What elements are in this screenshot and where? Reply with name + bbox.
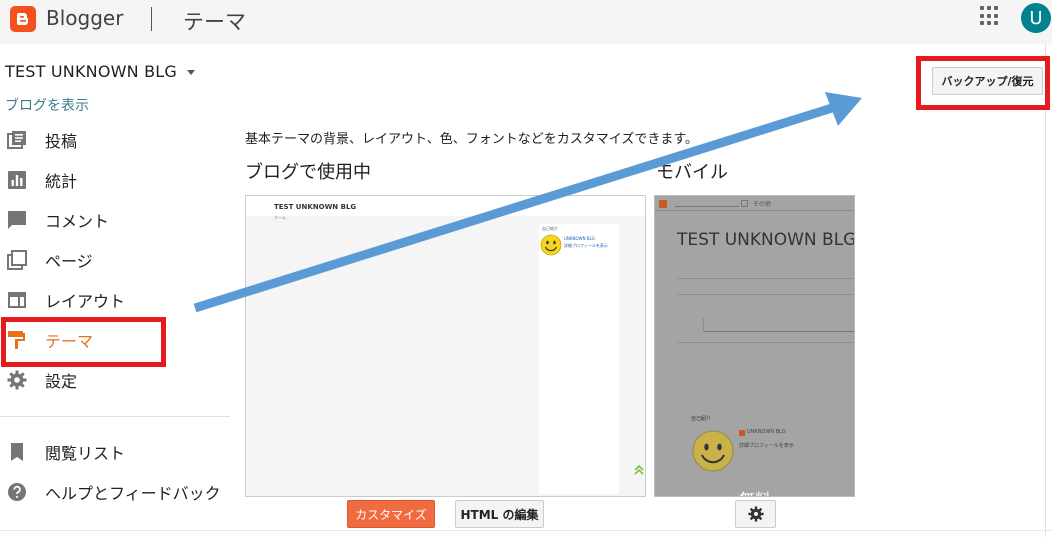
edit-html-button[interactable]: HTML の編集 [455,500,544,528]
bookmark-icon [11,443,23,461]
settings-icon [7,370,27,390]
sidebar-item-label: 投稿 [45,132,78,151]
mobile-settings-button[interactable] [735,500,776,528]
header-divider [151,7,152,31]
sidebar-item-comments[interactable]: コメント [0,202,230,238]
mobile-blogger-icon [659,200,667,208]
sidebar-item-label: 設定 [45,372,78,391]
pages-icon [7,250,27,270]
posts-icon [7,131,26,149]
view-blog-link[interactable]: ブログを表示 [5,95,89,115]
desktop-theme-preview[interactable]: TEST UNKNOWN BLG ホーム 自己紹介 UNKNOWN BLG 詳細… [245,195,646,497]
mobile-menu: その他 [753,201,772,208]
theme-description: 基本テーマの背景、レイアウト、色、フォントなどをカスタマイズできます。 [245,132,699,147]
mobile-nav-box [703,318,854,332]
sidebar-item-label: レイアウト [45,292,126,311]
sidebar-item-settings[interactable]: 設定 [0,362,230,398]
sidebar-item-pages[interactable]: ページ [0,242,230,278]
mobile-footer-text: 無料 [739,486,771,496]
footer-divider [0,530,1052,531]
mobile-profile-link: 詳細プロフィールを表示 [739,443,794,449]
sidebar-item-label: 閲覧リスト [45,444,126,463]
sidebar-item-label: 統計 [45,172,78,191]
apps-grid-icon[interactable] [980,6,1000,26]
mobile-profile-heading: 自己紹介 [691,416,712,422]
preview-blog-title: TEST UNKNOWN BLG [274,203,357,211]
sidebar-item-posts[interactable]: 投稿 [0,122,230,158]
preview-profile-link: 詳細プロフィールを表示 [564,243,608,248]
sidebar-item-reading-list[interactable]: 閲覧リスト [0,434,230,470]
sidebar-item-help[interactable]: ヘルプとフィードバック [0,474,230,510]
mobile-search-icon [741,200,748,207]
help-icon [8,483,26,501]
sidebar-divider [0,416,230,417]
sidebar-item-layout[interactable]: レイアウト [0,282,230,318]
preview-profile-name: UNKNOWN BLG [564,236,595,241]
scroll-edge [1045,44,1046,537]
preview-home-link: ホーム [274,215,286,220]
gear-icon [747,506,764,522]
chevron-down-icon[interactable] [187,70,195,75]
brand-name[interactable]: Blogger [46,6,123,30]
sidebar-item-stats[interactable]: 統計 [0,162,230,198]
theme-highlight-box [1,317,166,367]
mobile-profile-name: UNKNOWN BLG [747,429,786,435]
in-use-heading: ブログで使用中 [245,162,371,183]
blogger-logo-icon[interactable] [10,6,36,32]
mobile-heading: モバイル [656,162,728,183]
comment-icon [8,211,26,229]
customize-button[interactable]: カスタマイズ [347,500,435,528]
mobile-rule [677,342,854,343]
blogger-theme-page: Blogger テーマ U TEST UNKNOWN BLG ブログを表示 投稿… [0,0,1052,537]
preview-profile-heading: 自己紹介 [542,226,558,231]
sidebar-item-label: コメント [45,212,110,231]
sidebar-item-label: ヘルプとフィードバック [45,484,221,503]
scroll-top-icon [634,464,644,475]
blog-selector[interactable]: TEST UNKNOWN BLG [5,62,177,81]
page-title: テーマ [183,10,246,34]
mobile-profile-icon [739,430,745,436]
layout-icon [8,292,26,308]
preview-sidebar [539,224,619,494]
mobile-theme-preview[interactable]: その他 TEST UNKNOWN BLG 自己紹介 UNKNOWN BLG 詳細… [654,195,855,497]
mobile-smiley-icon [692,430,734,472]
sidebar-item-label: ページ [45,252,93,271]
mobile-rule [677,278,854,279]
top-bar: Blogger テーマ U [0,0,1052,44]
mobile-rule [677,294,854,295]
mobile-blog-title: TEST UNKNOWN BLG [677,230,855,250]
mobile-search-line [675,206,739,207]
backup-highlight-box [916,56,1050,110]
avatar[interactable]: U [1021,3,1051,33]
stats-icon [8,171,26,189]
mobile-header-rule [655,210,854,211]
smiley-icon [540,234,562,256]
